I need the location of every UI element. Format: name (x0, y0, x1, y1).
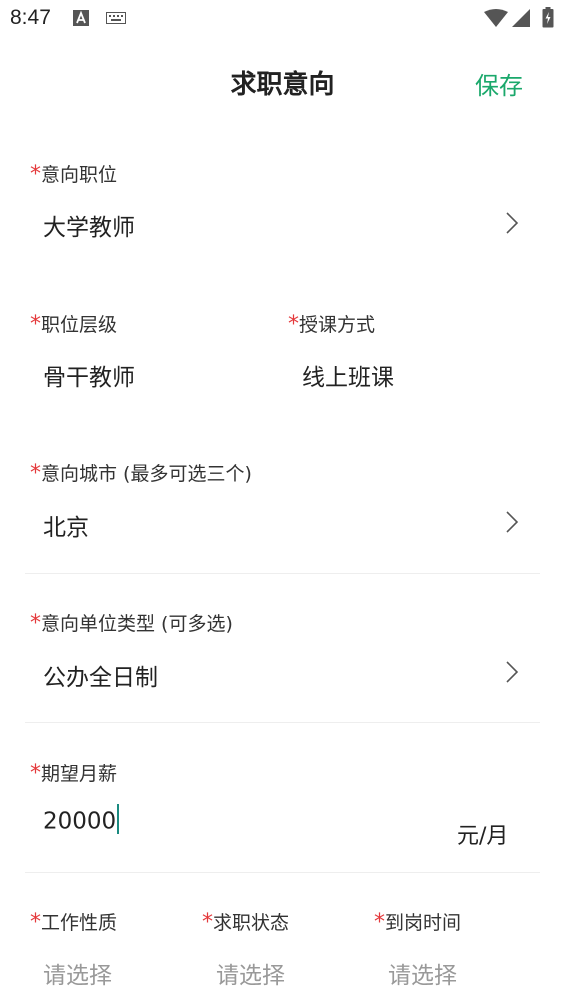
text-cursor (117, 804, 120, 834)
arrival-time-label: *到岗时间 (374, 910, 462, 935)
save-button[interactable]: 保存 (475, 66, 523, 101)
unit-type-label: *意向单位类型 (可多选) (30, 611, 233, 636)
job-nature-label: *工作性质 (30, 910, 118, 935)
divider (25, 722, 540, 723)
cell-signal-icon (512, 9, 530, 27)
chevron-right-icon[interactable] (505, 660, 519, 684)
job-nature-select[interactable]: 请选择 (43, 956, 112, 990)
divider (25, 872, 540, 873)
chevron-right-icon[interactable] (505, 211, 519, 235)
status-time: 8:47 (10, 6, 51, 29)
teaching-mode-value[interactable]: 线上班课 (302, 358, 394, 392)
required-mark: * (30, 162, 41, 187)
salary-label: *期望月薪 (30, 761, 118, 786)
level-label: *职位层级 (30, 312, 118, 337)
wifi-icon (484, 9, 508, 27)
chevron-right-icon[interactable] (505, 510, 519, 534)
arrival-time-select[interactable]: 请选择 (388, 956, 457, 990)
job-status-label: *求职状态 (202, 910, 290, 935)
unit-type-value[interactable]: 公办全日制 (43, 658, 158, 692)
position-label: *意向职位 (30, 162, 118, 187)
salary-unit: 元/月 (457, 824, 509, 849)
header: 求职意向 保存 (0, 52, 565, 112)
position-value[interactable]: 大学教师 (43, 208, 135, 242)
teaching-mode-label: *授课方式 (288, 312, 376, 337)
city-label: *意向城市 (最多可选三个) (30, 461, 252, 486)
salary-input-value: 20000 (43, 808, 117, 835)
salary-input[interactable]: 20000 (43, 804, 120, 837)
battery-icon (542, 7, 554, 28)
status-bar: 8:47 (0, 0, 565, 38)
divider (25, 573, 540, 574)
job-status-select[interactable]: 请选择 (216, 956, 285, 990)
keyboard-icon (106, 12, 126, 24)
level-value[interactable]: 骨干教师 (43, 358, 135, 392)
city-value[interactable]: 北京 (43, 508, 89, 542)
text-input-icon (73, 10, 89, 26)
